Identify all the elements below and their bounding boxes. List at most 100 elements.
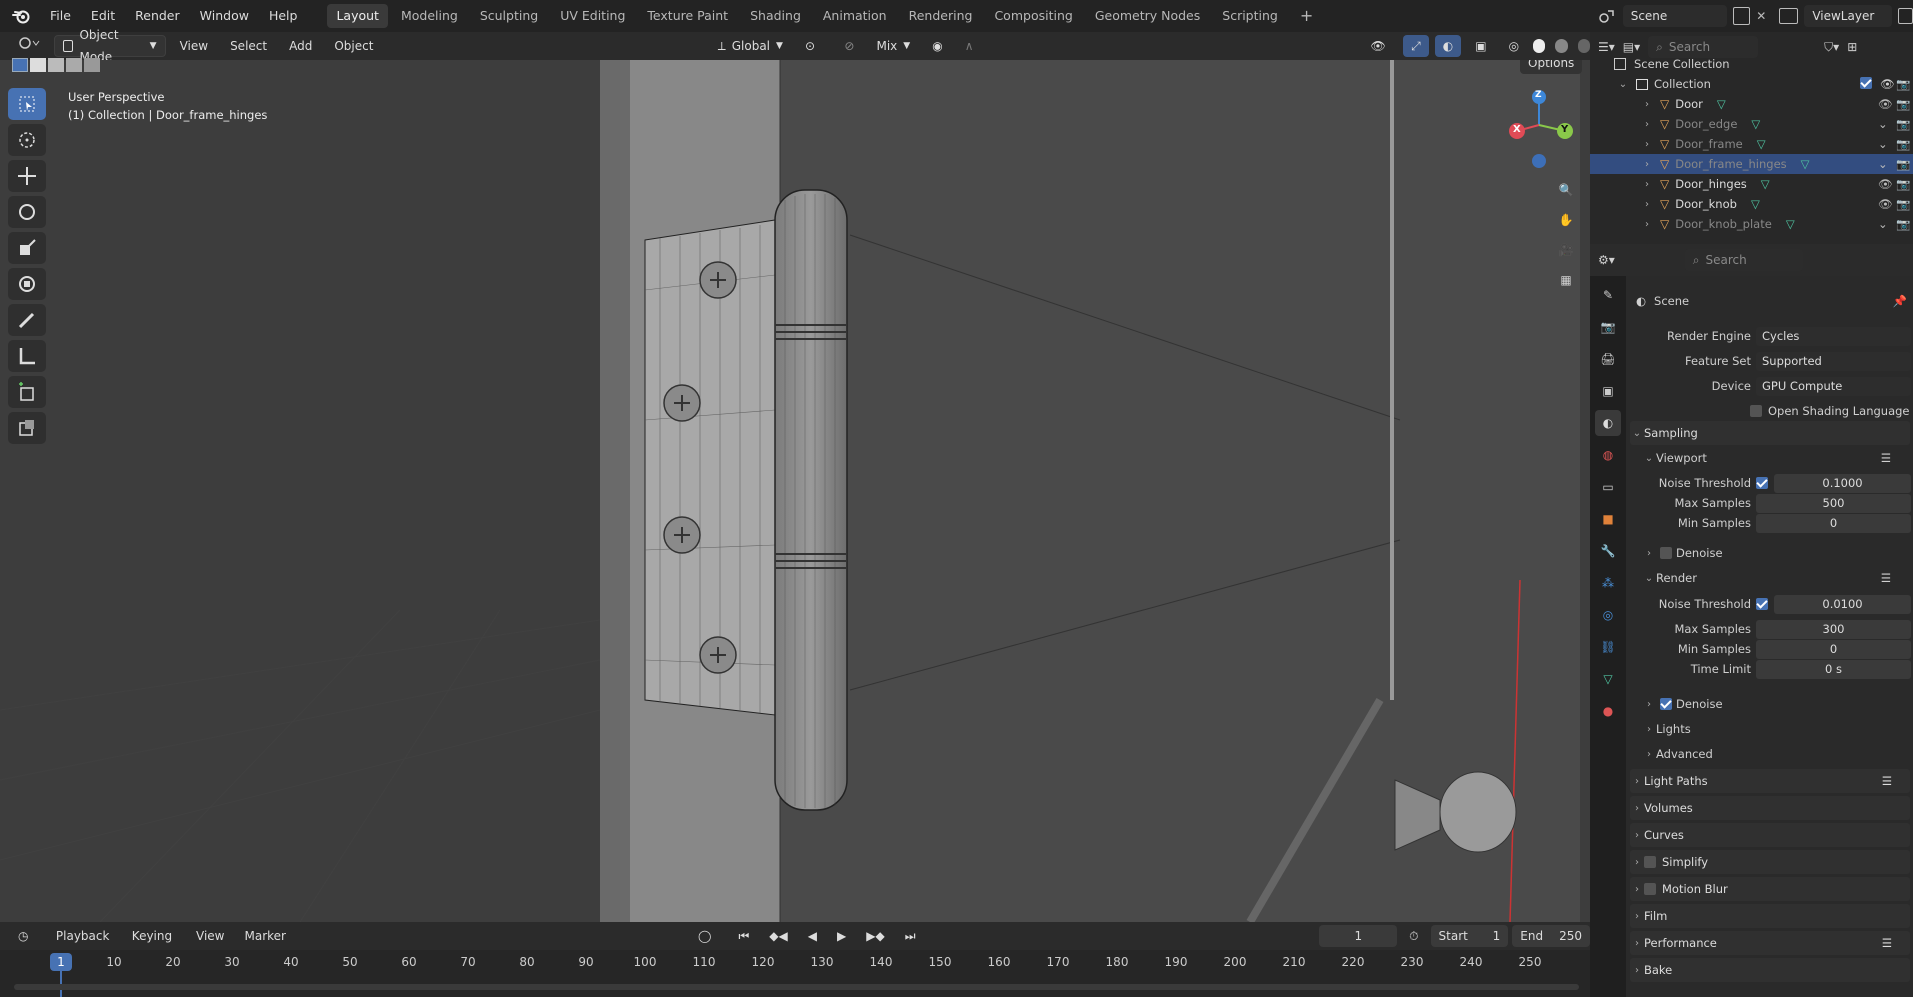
render-min-field[interactable]: 0 (1756, 639, 1911, 659)
start-frame-field[interactable]: Start 1 (1430, 925, 1509, 947)
advanced-subpanel[interactable]: › Advanced (1626, 743, 1913, 765)
camera-icon[interactable]: 📷 (1896, 77, 1910, 91)
tab-uv-editing[interactable]: UV Editing (551, 4, 634, 28)
add-workspace-icon[interactable]: + (1291, 4, 1322, 28)
camera-icon[interactable]: 📷 (1896, 177, 1910, 191)
output-tab-icon[interactable]: 🖨 (1595, 346, 1621, 372)
select-intersect-icon[interactable] (84, 58, 100, 72)
mesh-data-icon[interactable]: ▽ (1786, 217, 1795, 231)
play-reverse-icon[interactable]: ◀ (800, 925, 825, 947)
render-noise-checkbox[interactable] (1756, 598, 1768, 610)
cursor-tool-icon[interactable] (8, 124, 46, 156)
properties-search-input[interactable]: ⌕ Search (1684, 249, 1803, 271)
timeline[interactable]: 1 10 20 30 40 50 60 70 80 90 100 110 120 130 140 150 160… (0, 950, 1590, 997)
pin-icon[interactable]: 📌 (1893, 294, 1907, 308)
pivot-icon[interactable]: ⊙ ▾ (797, 35, 830, 75)
display-mode-icon[interactable]: ▤▾ (1623, 40, 1640, 54)
panel-light-paths[interactable]: › Light Paths ☰ (1630, 769, 1910, 793)
panel-enable-checkbox[interactable] (1644, 883, 1656, 895)
current-frame-field[interactable]: 1 (1319, 925, 1398, 947)
eye-closed-icon[interactable]: ⌄ (1878, 157, 1888, 171)
menu-timeline-view[interactable]: View (188, 925, 232, 947)
outliner-scene-collection[interactable]: Scene Collection (1590, 54, 1913, 74)
eye-icon[interactable]: 👁 (1878, 197, 1893, 211)
shading-wireframe-icon[interactable]: ◎ (1501, 35, 1527, 57)
rotate-tool-icon[interactable] (8, 196, 46, 228)
outliner-object-row[interactable]: › ▽ Door_hinges ▽ 👁 📷 (1590, 174, 1913, 194)
tab-modeling[interactable]: Modeling (392, 4, 467, 28)
navigation-gizmo[interactable]: Z X Y (1505, 85, 1581, 175)
preset-list-icon[interactable]: ☰ (1882, 936, 1892, 950)
viewport-noise-checkbox[interactable] (1756, 477, 1768, 489)
preview-range-icon[interactable]: ⏱ (1401, 925, 1426, 947)
outliner-object-row[interactable]: › ▽ Door_frame_hinges ▽ ⌄ 📷 (1590, 154, 1913, 174)
menu-marker[interactable]: Marker (237, 925, 294, 947)
menu-view[interactable]: View (172, 35, 216, 57)
eye-closed-icon[interactable]: ⌄ (1878, 217, 1888, 231)
viewport-denoise-row[interactable]: › Denoise (1626, 542, 1913, 564)
mesh-data-icon[interactable]: ▽ (1717, 97, 1726, 111)
panel-film[interactable]: › Film (1630, 904, 1910, 928)
chevron-right-icon[interactable]: › (1640, 119, 1654, 130)
view-layer-tab-icon[interactable]: ▣ (1595, 378, 1621, 404)
chevron-right-icon[interactable]: › (1640, 99, 1654, 110)
render-denoise-row[interactable]: › Denoise (1626, 693, 1913, 715)
proportional-dropdown[interactable]: Mix ▼ (868, 35, 918, 57)
add-object-tool-icon[interactable] (8, 412, 46, 444)
falloff-icon[interactable]: ∧ (957, 35, 982, 57)
panel-bake[interactable]: › Bake (1630, 958, 1910, 982)
mesh-data-icon[interactable]: ▽ (1757, 137, 1766, 151)
outliner-editor-icon[interactable]: ☰▾ (1598, 40, 1615, 54)
move-tool-icon[interactable] (8, 160, 46, 192)
shading-material-icon[interactable] (1555, 39, 1568, 53)
delete-scene-icon[interactable]: ✕ (1756, 9, 1769, 23)
gizmo-toggle-icon[interactable]: ⤢ (1403, 35, 1429, 57)
tab-layout[interactable]: Layout (327, 4, 388, 28)
tab-texture-paint[interactable]: Texture Paint (638, 4, 737, 28)
render-tab-icon[interactable]: 📷 (1595, 314, 1621, 340)
outliner-object-row[interactable]: › ▽ Door_knob_plate ▽ ⌄ 📷 (1590, 214, 1913, 234)
panel-volumes[interactable]: › Volumes (1630, 796, 1910, 820)
modifier-tab-icon[interactable]: 🔧 (1595, 538, 1621, 564)
viewport-denoise-checkbox[interactable] (1660, 547, 1672, 559)
shading-solid-icon[interactable] (1533, 39, 1546, 53)
proportional-edit-icon[interactable]: ◉ (924, 35, 950, 57)
tool-tab-icon[interactable]: ✎ (1595, 282, 1621, 308)
scene-name-field[interactable]: Scene (1622, 5, 1728, 27)
camera-icon[interactable]: 📷 (1896, 97, 1910, 111)
panel-enable-checkbox[interactable] (1644, 856, 1656, 868)
mesh-data-icon[interactable]: ▽ (1751, 117, 1760, 131)
render-engine-dropdown[interactable]: Cycles (1756, 326, 1911, 346)
tab-shading[interactable]: Shading (741, 4, 810, 28)
eye-icon[interactable]: 👁 (1878, 177, 1893, 191)
chevron-right-icon[interactable]: › (1640, 219, 1654, 230)
render-denoise-checkbox[interactable] (1660, 698, 1672, 710)
next-keyframe-icon[interactable]: ▶◆ (858, 925, 892, 947)
device-dropdown[interactable]: GPU Compute (1756, 376, 1911, 396)
physics-tab-icon[interactable]: ◎ (1595, 602, 1621, 628)
timeline-scrollbar[interactable] (14, 984, 1579, 990)
add-cube-tool-icon[interactable] (8, 376, 46, 408)
camera-icon[interactable]: 📷 (1896, 137, 1910, 151)
menu-keying[interactable]: Keying ▾ (124, 925, 184, 965)
new-view-layer-icon[interactable] (1897, 8, 1913, 24)
mesh-data-icon[interactable]: ▽ (1751, 197, 1760, 211)
chevron-right-icon[interactable]: › (1640, 179, 1654, 190)
menu-window[interactable]: Window (192, 4, 257, 28)
world-tab-icon[interactable]: ◍ (1595, 442, 1621, 468)
outliner-object-row[interactable]: › ▽ Door_edge ▽ ⌄ 📷 (1590, 114, 1913, 134)
select-box-tool-icon[interactable] (8, 88, 46, 120)
viewport-min-field[interactable]: 0 (1756, 513, 1911, 533)
preset-list-icon[interactable]: ☰ (1881, 571, 1891, 585)
viewport-subpanel-header[interactable]: ⌄ Viewport ☰ (1626, 447, 1913, 469)
camera-view-icon[interactable]: 🎥 (1552, 236, 1580, 264)
particles-tab-icon[interactable]: ⁂ (1595, 570, 1621, 596)
render-max-field[interactable]: 300 (1756, 619, 1911, 639)
object-tab-icon[interactable]: ■ (1595, 506, 1621, 532)
lights-subpanel[interactable]: › Lights (1626, 718, 1913, 740)
outliner-object-row[interactable]: › ▽ Door_knob ▽ 👁 📷 (1590, 194, 1913, 214)
play-icon[interactable]: ▶ (829, 925, 854, 947)
collection-tab-icon[interactable]: ▭ (1595, 474, 1621, 500)
filter-icon[interactable]: ⛉▾ (1824, 40, 1839, 55)
chevron-down-icon[interactable]: ⌄ (1616, 79, 1630, 90)
